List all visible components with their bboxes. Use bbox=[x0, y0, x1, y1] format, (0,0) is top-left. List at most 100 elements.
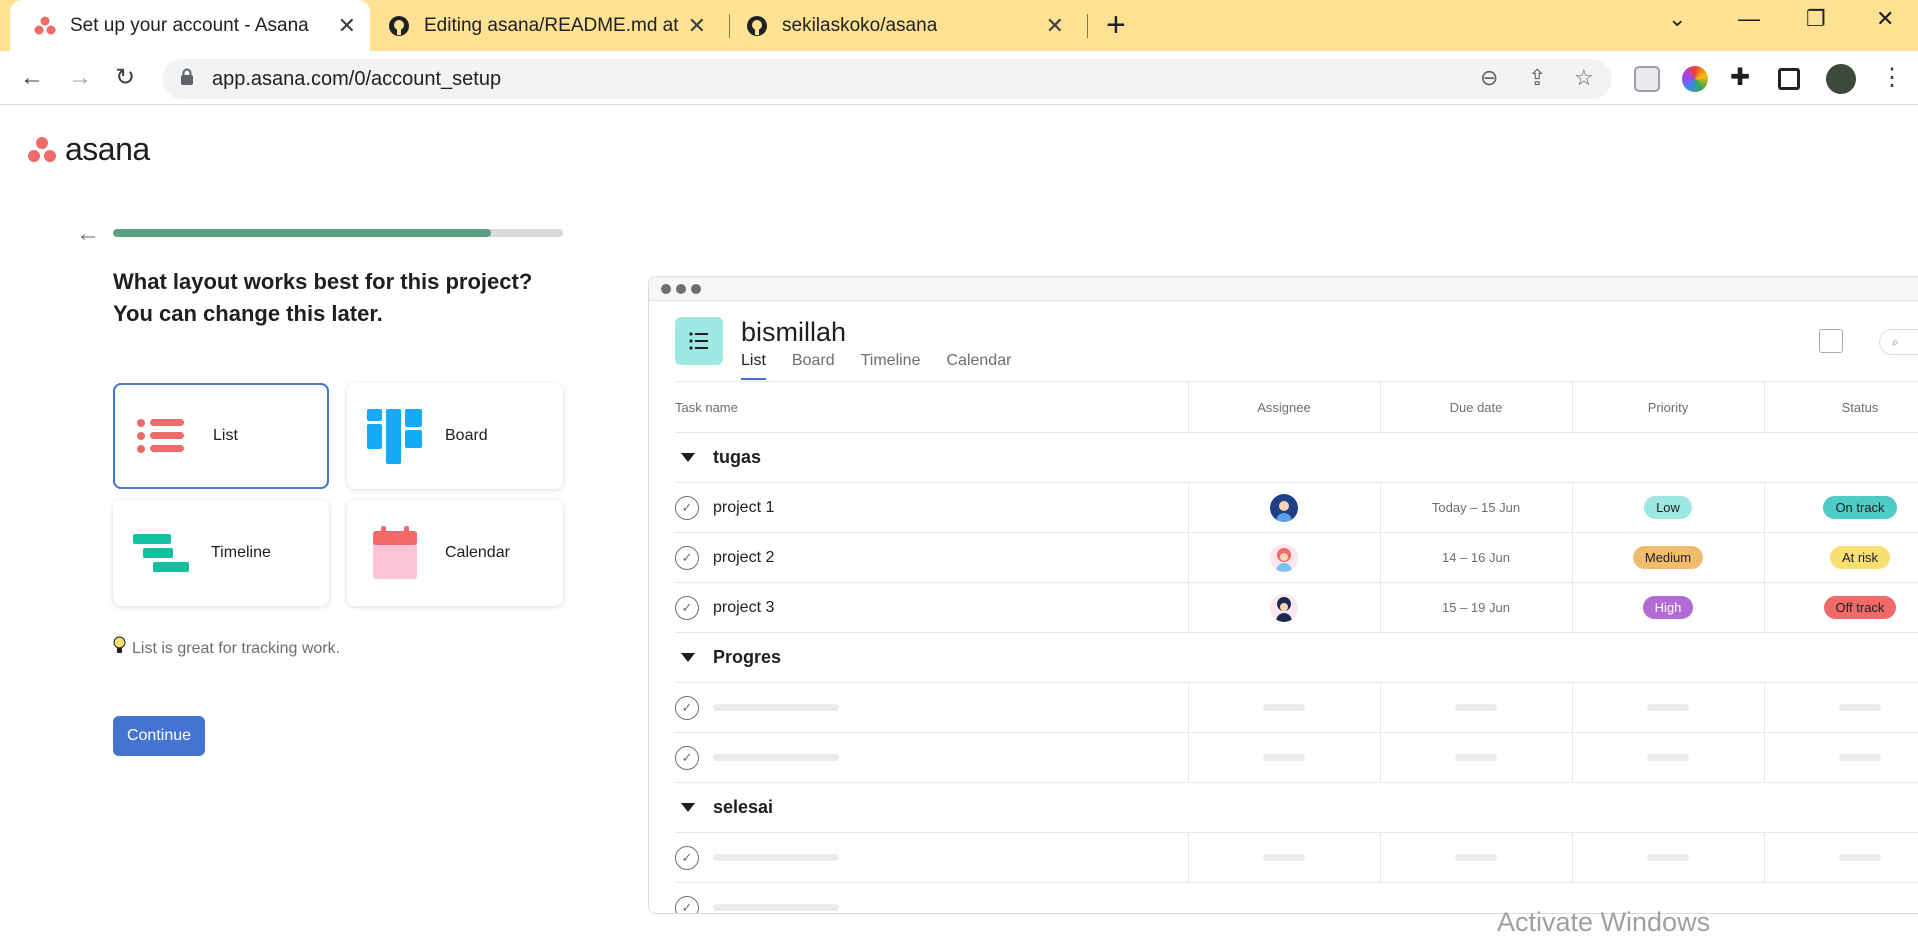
address-bar[interactable]: app.asana.com/0/account_setup ⊖ ⇪ ☆ bbox=[162, 59, 1612, 99]
new-tab-icon[interactable]: + bbox=[1106, 8, 1126, 42]
tab-separator bbox=[1087, 14, 1088, 38]
close-tab-icon[interactable]: ✕ bbox=[1046, 13, 1064, 39]
project-name: bismillah bbox=[741, 317, 847, 347]
cast-extension-icon[interactable] bbox=[1634, 66, 1660, 92]
tab-calendar: Calendar bbox=[946, 352, 1012, 369]
tab-timeline: Timeline bbox=[860, 352, 921, 369]
layout-option-label: List bbox=[213, 427, 238, 444]
priority-badge: Low bbox=[1644, 496, 1692, 519]
tab-title: Set up your account - Asana bbox=[70, 14, 309, 36]
search-icon: ⌕ bbox=[1879, 329, 1918, 355]
column-header: Priority bbox=[1647, 399, 1689, 415]
lightbulb-icon bbox=[113, 636, 126, 661]
window-dot bbox=[661, 284, 671, 294]
minimize-icon[interactable]: — bbox=[1738, 6, 1760, 32]
placeholder-row: ✓ bbox=[675, 883, 1918, 913]
project-header: bismillah List Board Timeline Calendar bbox=[675, 317, 1012, 380]
close-tab-icon[interactable]: ✕ bbox=[688, 13, 706, 39]
layout-option-calendar[interactable]: Calendar bbox=[347, 500, 563, 606]
check-circle-icon: ✓ bbox=[675, 745, 699, 770]
github-icon bbox=[388, 15, 410, 37]
tab-list: List bbox=[741, 352, 766, 380]
task-name: project 1 bbox=[713, 498, 775, 516]
task-name: project 2 bbox=[713, 548, 775, 566]
check-circle-icon: ✓ bbox=[675, 895, 699, 913]
tab-github-editing[interactable]: Editing asana/README.md at ma ✕ bbox=[388, 0, 720, 51]
section-name: Progres bbox=[713, 647, 782, 667]
priority-badge: High bbox=[1642, 596, 1694, 619]
column-header: Assignee bbox=[1257, 399, 1311, 415]
window-dot bbox=[691, 284, 701, 294]
broken-image-icon bbox=[1819, 329, 1843, 353]
reload-icon[interactable]: ↻ bbox=[115, 63, 135, 93]
placeholder-row: ✓ bbox=[675, 683, 1918, 733]
status-badge: At risk bbox=[1829, 546, 1891, 569]
color-extension-icon[interactable] bbox=[1682, 66, 1708, 92]
side-panel-icon[interactable] bbox=[1778, 68, 1800, 90]
extensions-puzzle-icon[interactable]: ✚ bbox=[1730, 63, 1756, 91]
zoom-icon[interactable]: ⊖ bbox=[1480, 65, 1498, 91]
forward-icon[interactable]: → bbox=[68, 63, 92, 93]
check-circle-icon: ✓ bbox=[675, 845, 699, 870]
collapse-triangle-icon bbox=[681, 653, 695, 662]
url-text: app.asana.com/0/account_setup bbox=[212, 68, 502, 90]
share-icon[interactable]: ⇪ bbox=[1528, 65, 1546, 91]
due-date: 15 – 19 Jun bbox=[1442, 600, 1510, 615]
table-header-row: Task name Assignee Due date Priority Sta… bbox=[675, 381, 1918, 433]
tab-title: sekilaskoko/asana bbox=[782, 14, 938, 36]
layout-question: What layout works best for this project?… bbox=[113, 269, 533, 326]
check-circle-icon: ✓ bbox=[675, 695, 699, 720]
project-preview-window: bismillah List Board Timeline Calendar ⌕… bbox=[648, 276, 1918, 914]
list-icon bbox=[133, 406, 193, 466]
tab-separator bbox=[729, 14, 730, 38]
layout-option-board[interactable]: Board bbox=[347, 383, 563, 489]
layout-option-label: Calendar bbox=[445, 544, 510, 561]
timeline-icon bbox=[131, 523, 191, 583]
avatar bbox=[1270, 543, 1298, 572]
setup-progress-fill bbox=[113, 229, 491, 237]
asana-favicon-icon bbox=[34, 15, 56, 37]
section-row: tugas bbox=[675, 433, 1918, 483]
restore-icon[interactable]: ❐ bbox=[1806, 6, 1826, 32]
tab-asana-setup[interactable]: Set up your account - Asana ✕ bbox=[10, 0, 370, 51]
collapse-triangle-icon bbox=[681, 453, 695, 462]
status-badge: On track bbox=[1823, 496, 1897, 519]
layout-option-timeline[interactable]: Timeline bbox=[113, 500, 329, 606]
asana-logo: asana bbox=[27, 131, 150, 168]
tab-title: Editing asana/README.md at ma bbox=[424, 14, 684, 36]
github-icon bbox=[746, 15, 768, 37]
project-view-tabs: List Board Timeline Calendar bbox=[741, 352, 1012, 380]
back-arrow-icon[interactable]: ← bbox=[76, 220, 100, 248]
check-circle-icon: ✓ bbox=[675, 595, 699, 620]
close-window-icon[interactable]: ✕ bbox=[1876, 6, 1894, 32]
table-row: ✓ project 1 Today – 15 Jun Low On track bbox=[675, 483, 1918, 533]
tab-board: Board bbox=[791, 352, 835, 369]
task-name: project 3 bbox=[713, 598, 775, 616]
chrome-menu-icon[interactable]: ⋮ bbox=[1880, 63, 1904, 93]
hint-text: List is great for tracking work. bbox=[132, 639, 341, 657]
collapse-triangle-icon bbox=[681, 803, 695, 812]
layout-option-label: Board bbox=[445, 427, 488, 444]
due-date: Today – 15 Jun bbox=[1431, 500, 1521, 515]
continue-button[interactable]: Continue bbox=[113, 716, 205, 756]
avatar bbox=[1270, 593, 1298, 622]
asana-logo-icon bbox=[27, 135, 57, 165]
profile-avatar[interactable] bbox=[1826, 64, 1856, 94]
tab-search-icon[interactable]: ⌄ bbox=[1668, 6, 1686, 32]
back-icon[interactable]: ← bbox=[20, 63, 44, 93]
project-list-icon bbox=[675, 317, 723, 365]
layout-option-label: Timeline bbox=[211, 544, 271, 561]
avatar bbox=[1270, 493, 1298, 522]
close-tab-icon[interactable]: ✕ bbox=[338, 13, 356, 39]
browser-toolbar: ← → ↻ app.asana.com/0/account_setup ⊖ ⇪ … bbox=[0, 51, 1918, 105]
bookmark-star-icon[interactable]: ☆ bbox=[1574, 65, 1594, 91]
section-row: Progres bbox=[675, 633, 1918, 683]
tab-github-repo[interactable]: sekilaskoko/asana ✕ bbox=[746, 0, 1078, 51]
section-name: selesai bbox=[713, 797, 774, 817]
browser-tabstrip: Set up your account - Asana ✕ Editing as… bbox=[0, 0, 1918, 51]
column-header: Status bbox=[1841, 399, 1879, 415]
column-header: Task name bbox=[675, 399, 738, 415]
section-name: tugas bbox=[713, 447, 762, 467]
layout-option-list[interactable]: List bbox=[113, 383, 329, 489]
table-row: ✓ project 3 15 – 19 Jun High Off track bbox=[675, 583, 1918, 633]
